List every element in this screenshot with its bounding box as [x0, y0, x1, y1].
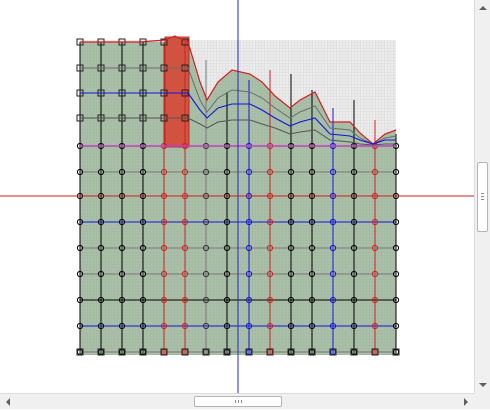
scroll-left-button[interactable] [0, 394, 16, 410]
scrollbar-corner [474, 393, 490, 409]
vertical-scroll-thumb[interactable] [477, 162, 488, 232]
scroll-right-button[interactable] [458, 394, 474, 410]
mesh-canvas[interactable] [0, 0, 474, 393]
horizontal-scrollbar[interactable] [0, 393, 474, 409]
canvas-viewport[interactable] [0, 0, 474, 393]
scroll-down-button[interactable] [475, 377, 490, 393]
horizontal-scroll-thumb[interactable] [194, 396, 282, 407]
arrow-left-icon [6, 398, 10, 406]
arrow-right-icon [464, 398, 468, 406]
arrow-down-icon [479, 383, 487, 387]
vertical-scrollbar[interactable] [474, 0, 490, 393]
scroll-up-button[interactable] [475, 0, 490, 16]
arrow-up-icon [479, 6, 487, 10]
